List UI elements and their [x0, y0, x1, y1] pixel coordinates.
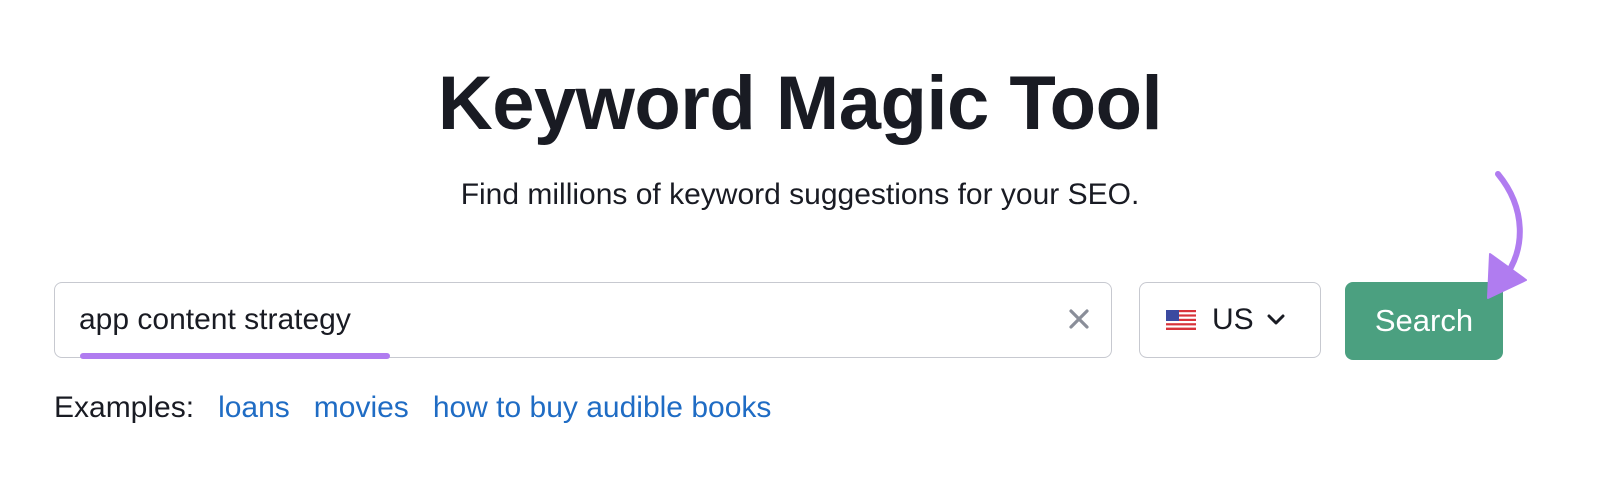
- clear-search-button[interactable]: [1063, 303, 1095, 335]
- chevron-down-icon: [1267, 314, 1285, 325]
- country-label: US: [1212, 303, 1254, 336]
- example-link-movies[interactable]: movies: [314, 391, 409, 425]
- example-link-audible-books[interactable]: how to buy audible books: [433, 391, 772, 425]
- examples-row: Examples: loans movies how to buy audibl…: [54, 388, 795, 428]
- example-link-loans[interactable]: loans: [218, 391, 290, 425]
- examples-label: Examples:: [54, 391, 195, 424]
- keyword-magic-tool-page: Keyword Magic Tool Find millions of keyw…: [0, 0, 1600, 500]
- annotation-arrow-icon: [1487, 171, 1527, 299]
- us-flag-icon: [1166, 310, 1196, 330]
- search-input[interactable]: [79, 283, 1019, 356]
- page-title: Keyword Magic Tool: [437, 61, 1163, 146]
- page-subtitle: Find millions of keyword suggestions for…: [460, 178, 1140, 211]
- country-select[interactable]: US: [1139, 282, 1321, 358]
- highlight-underline: [80, 353, 390, 359]
- close-icon: [1069, 309, 1089, 329]
- search-box: [54, 282, 1112, 358]
